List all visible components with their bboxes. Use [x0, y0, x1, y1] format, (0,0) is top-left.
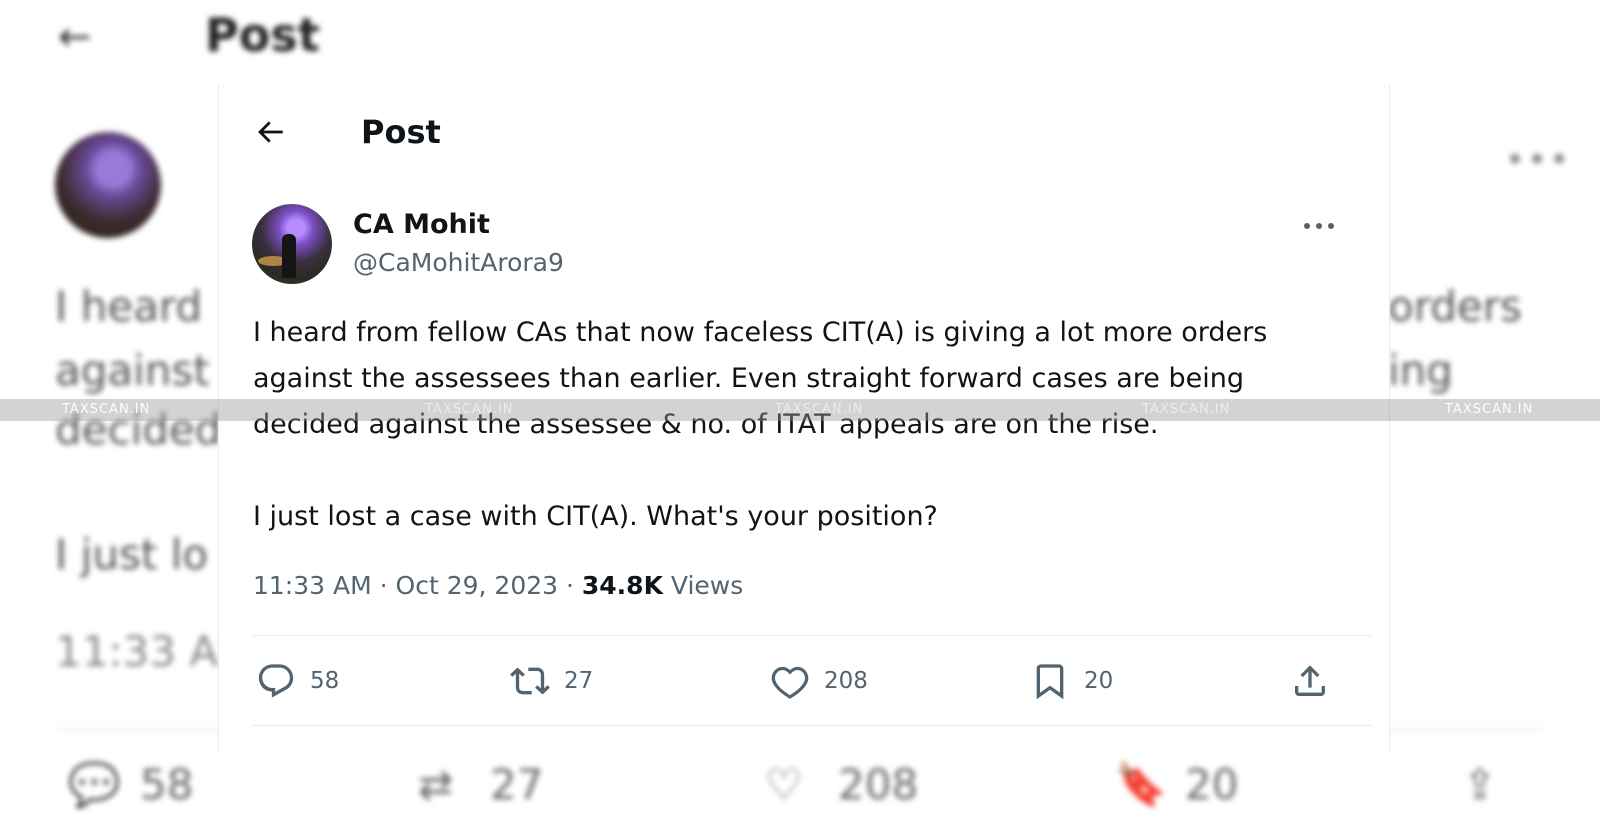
meta-separator: ·	[565, 571, 582, 600]
meta-separator: ·	[379, 571, 396, 600]
bg-text-line: ing	[1388, 346, 1453, 395]
bg-text-line: I just lo	[55, 530, 209, 579]
bg-like-icon: ♡	[765, 760, 803, 809]
bg-more-dots-icon: •••	[1505, 140, 1572, 180]
post-text-line: against the assessees than earlier. Even…	[253, 363, 1244, 394]
bg-share-icon: ⇪	[1462, 760, 1498, 809]
bg-repost-count: 27	[490, 760, 544, 809]
bg-back-arrow-icon: ←	[58, 14, 92, 60]
watermark-text: TAXSCAN.IN	[425, 402, 514, 417]
bg-avatar	[55, 132, 161, 238]
more-dots-icon[interactable]	[1301, 219, 1337, 233]
bg-reply-icon: 💬	[68, 760, 121, 809]
bg-reply-count: 58	[140, 760, 194, 809]
watermark-text: TAXSCAN.IN	[62, 402, 151, 417]
bg-repost-icon: ⇄	[418, 760, 454, 809]
share-button[interactable]	[1290, 661, 1330, 701]
bg-text-line: against	[55, 346, 210, 395]
avatar[interactable]	[252, 204, 332, 284]
bg-header-title: Post	[205, 8, 320, 62]
bg-text-line: orders	[1388, 282, 1522, 331]
post-text-line: I just lost a case with CIT(A). What's y…	[253, 501, 938, 532]
watermark-text: TAXSCAN.IN	[1445, 402, 1534, 417]
post-time[interactable]: 11:33 AM	[253, 571, 372, 600]
views-label: Views	[670, 571, 744, 600]
post-header: Post	[219, 85, 1389, 181]
like-button[interactable]: 208	[770, 661, 868, 701]
watermark-strip: TAXSCAN.IN TAXSCAN.IN TAXSCAN.IN TAXSCAN…	[0, 399, 1600, 421]
bg-text-line: I heard	[55, 282, 203, 331]
action-bar: 58 27 208 20	[252, 635, 1372, 715]
bookmark-button[interactable]: 20	[1030, 661, 1113, 701]
divider	[252, 725, 1372, 726]
bookmark-count: 20	[1084, 668, 1114, 694]
watermark-text: TAXSCAN.IN	[775, 402, 864, 417]
post-text: I heard from fellow CAs that now faceles…	[253, 310, 1363, 540]
post-text-line: I heard from fellow CAs that now faceles…	[253, 317, 1268, 348]
bg-like-count: 208	[838, 760, 919, 809]
reply-count: 58	[310, 668, 340, 694]
author-name[interactable]: CA Mohit	[353, 209, 490, 240]
watermark-text: TAXSCAN.IN	[1142, 402, 1231, 417]
repost-icon	[510, 667, 550, 695]
author-handle[interactable]: @CaMohitArora9	[353, 248, 564, 277]
bookmark-icon	[1036, 664, 1064, 700]
views-count: 34.8K	[581, 571, 663, 600]
share-icon	[1295, 665, 1325, 696]
repost-button[interactable]: 27	[510, 661, 593, 701]
reply-icon	[258, 664, 294, 698]
reply-button[interactable]: 58	[256, 661, 339, 701]
post-date[interactable]: Oct 29, 2023	[396, 571, 559, 600]
back-arrow-icon[interactable]	[253, 115, 287, 149]
like-icon	[771, 666, 809, 699]
page-title: Post	[361, 113, 441, 151]
bg-bookmark-icon: 🔖	[1115, 760, 1168, 809]
bg-action-bar: 💬 58 ⇄ 27 ♡ 208 🔖 20 ⇪	[0, 760, 1600, 820]
like-count: 208	[824, 668, 868, 694]
bg-bookmark-count: 20	[1185, 760, 1239, 809]
avatar-figure	[282, 234, 296, 278]
post-meta: 11:33 AM · Oct 29, 2023 · 34.8K Views	[253, 571, 743, 600]
repost-count: 27	[564, 668, 594, 694]
